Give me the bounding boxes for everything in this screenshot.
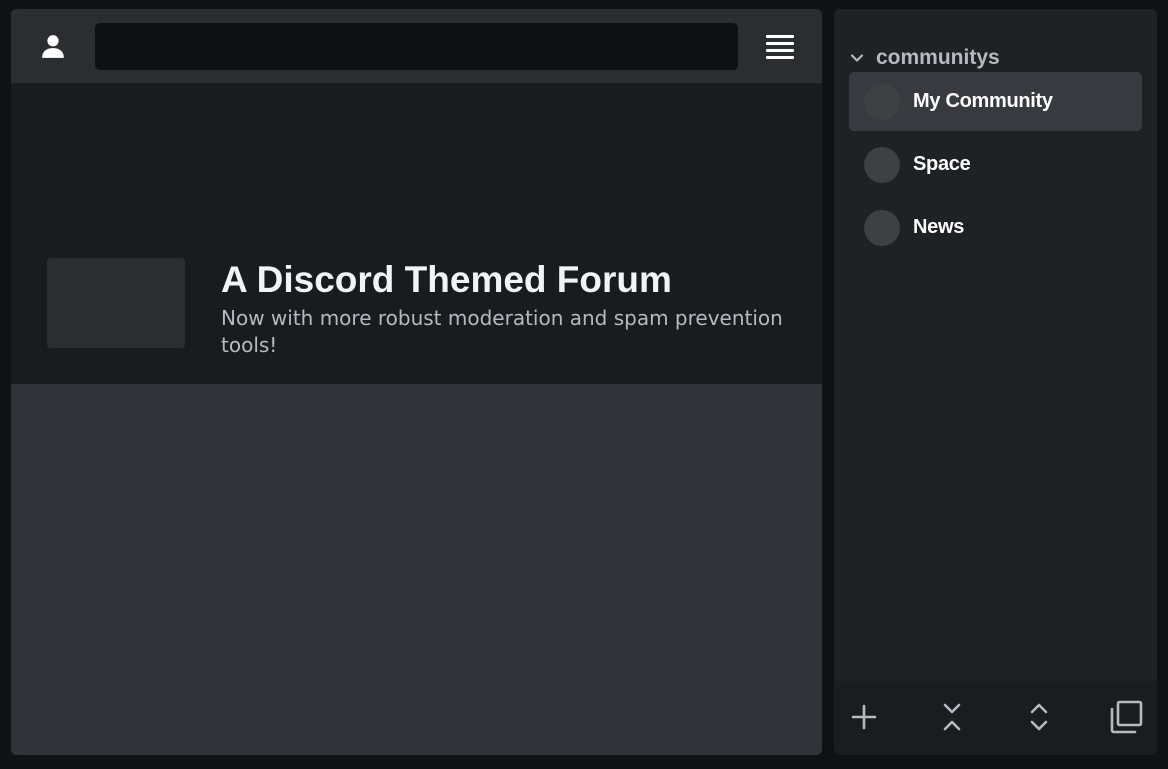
community-label: News: [913, 216, 965, 238]
collapse-icon: [943, 703, 961, 731]
user-icon: [42, 35, 64, 58]
community-avatar: [864, 83, 900, 120]
top-bar: [11, 9, 822, 84]
main-panel: A Discord Themed Forum Now with more rob…: [11, 9, 822, 755]
plus-icon: [851, 704, 877, 730]
community-avatar: [864, 209, 900, 246]
communities-section-label: communitys: [876, 46, 1000, 69]
add-community-button[interactable]: [844, 697, 884, 737]
forum-title: A Discord Themed Forum: [221, 259, 672, 300]
communities-section-header[interactable]: communitys: [848, 45, 1000, 71]
expand-icon: [1030, 703, 1048, 731]
community-item-my-community[interactable]: My Community: [849, 72, 1142, 131]
forum-logo: [47, 258, 185, 348]
community-avatar: [864, 146, 900, 183]
user-button[interactable]: [33, 28, 73, 64]
community-label: My Community: [913, 90, 1053, 112]
chevron-down-icon: [848, 49, 866, 67]
community-item-news[interactable]: News: [849, 198, 1142, 257]
expand-all-button[interactable]: [1019, 697, 1059, 737]
community-sidebar: communitys My Community Space News: [834, 9, 1157, 755]
content-area: [11, 384, 822, 755]
menu-icon: [766, 35, 794, 59]
menu-button[interactable]: [761, 31, 799, 63]
community-item-space[interactable]: Space: [849, 135, 1142, 194]
search-input[interactable]: [95, 23, 738, 70]
forum-subtitle: Now with more robust moderation and spam…: [221, 306, 783, 357]
sidebar-footer: [834, 681, 1157, 755]
popout-button[interactable]: [1106, 697, 1146, 737]
hero-banner: A Discord Themed Forum Now with more rob…: [11, 84, 822, 384]
popout-icon: [1110, 700, 1143, 734]
community-label: Space: [913, 153, 971, 175]
collapse-all-button[interactable]: [932, 697, 972, 737]
